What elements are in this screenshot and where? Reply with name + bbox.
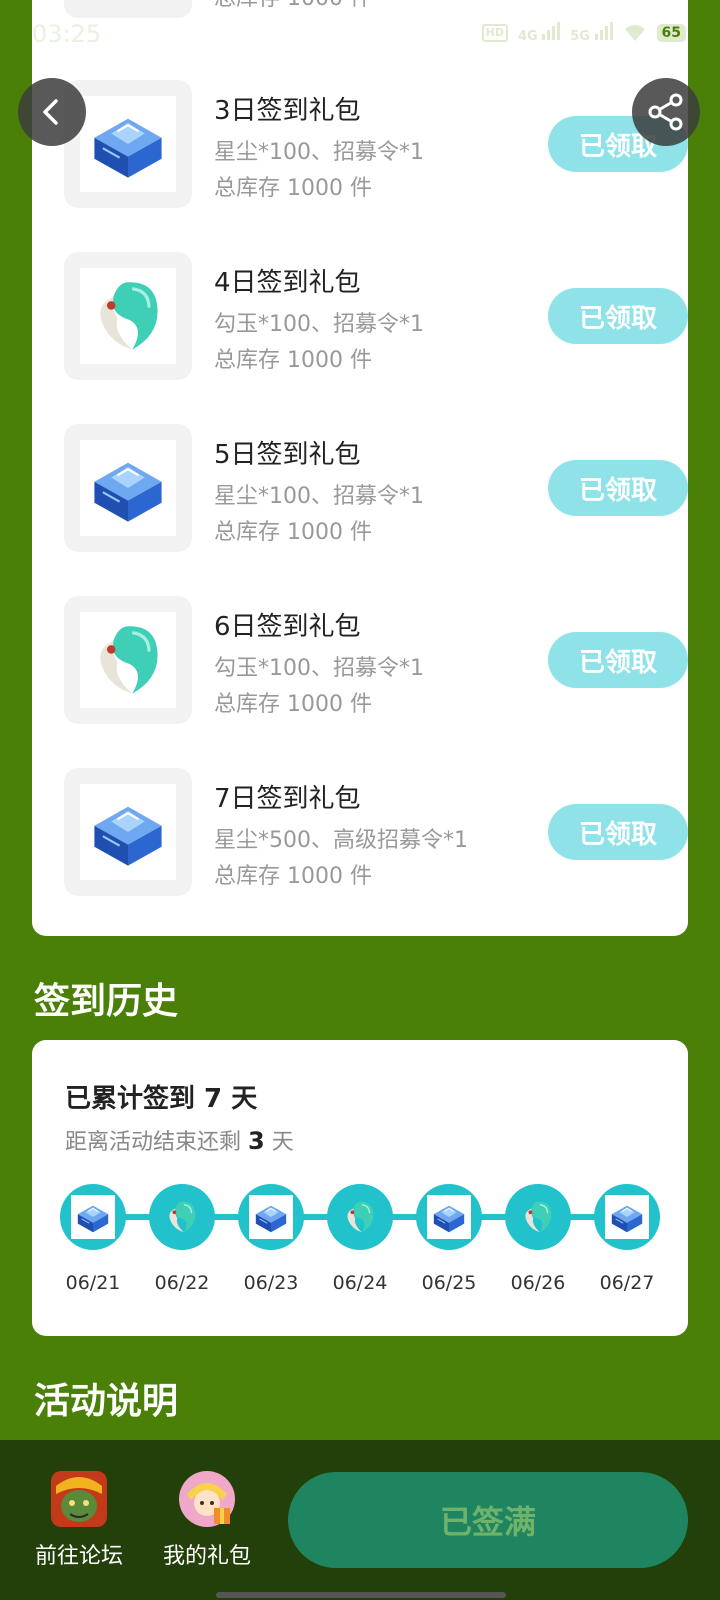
day-circle <box>238 1184 304 1250</box>
gift-desc: 勾玉*100、招募令*1 <box>214 312 424 337</box>
crystal-chest-icon <box>71 1195 115 1239</box>
gift-item-prev: 总库存 1000 件 <box>64 0 664 18</box>
my-gifts-label: 我的礼包 <box>162 1544 251 1569</box>
remaining-days: 3 <box>248 1127 265 1155</box>
history-day: 06/26 <box>505 1184 571 1294</box>
crystal-chest-icon <box>80 784 176 880</box>
claimed-button[interactable]: 已领取 <box>548 460 688 516</box>
history-day: 06/27 <box>594 1184 660 1294</box>
history-card: 已累计签到 7 天 距离活动结束还剩 3 天 06/21 06/22 06/23 <box>32 1040 688 1336</box>
gift-thumb <box>64 0 192 18</box>
crystal-chest-icon <box>80 440 176 536</box>
history-day: 06/21 <box>60 1184 126 1294</box>
history-day: 06/25 <box>416 1184 482 1294</box>
magatama-icon <box>80 612 176 708</box>
crystal-chest-icon <box>249 1195 293 1239</box>
day-circle <box>594 1184 660 1250</box>
crystal-chest-icon <box>80 96 176 192</box>
history-day: 06/24 <box>327 1184 393 1294</box>
share-icon <box>648 93 683 131</box>
activity-section-title: 活动说明 <box>34 1381 179 1422</box>
gift-stock: 总库存 1000 件 <box>214 520 372 545</box>
back-button[interactable] <box>18 78 86 146</box>
crystal-chest-icon <box>427 1195 471 1239</box>
home-indicator <box>216 1592 506 1598</box>
day-circle <box>60 1184 126 1250</box>
day-circle <box>416 1184 482 1250</box>
day-date: 06/27 <box>599 1272 655 1294</box>
bottom-bar: 前往论坛 我的礼包 已签满 <box>0 1440 720 1600</box>
claimed-button[interactable]: 已领取 <box>548 804 688 860</box>
history-day: 06/23 <box>238 1184 304 1294</box>
game-avatar-icon <box>51 1471 107 1527</box>
gift-title: 4日签到礼包 <box>214 268 361 298</box>
gift-stock: 总库存 1000 件 <box>214 348 372 373</box>
gift-title: 7日签到礼包 <box>214 784 361 814</box>
gift-desc: 勾玉*100、招募令*1 <box>214 656 424 681</box>
magatama-icon <box>80 268 176 364</box>
chevron-left-icon <box>43 99 58 125</box>
gift-desc: 星尘*100、招募令*1 <box>214 484 424 509</box>
gift-thumb <box>64 596 192 724</box>
gift-stock: 总库存 1000 件 <box>214 0 372 12</box>
gift-title: 6日签到礼包 <box>214 612 361 642</box>
gift-thumb <box>64 252 192 380</box>
gift-item: 4日签到礼包 勾玉*100、招募令*1 总库存 1000 件 已领取 <box>64 252 688 380</box>
history-total: 已累计签到 7 天 <box>65 1084 258 1114</box>
gift-item: 6日签到礼包 勾玉*100、招募令*1 总库存 1000 件 已领取 <box>64 596 688 724</box>
magatama-icon <box>338 1195 382 1239</box>
history-day: 06/22 <box>149 1184 215 1294</box>
gift-stock: 总库存 1000 件 <box>214 864 372 889</box>
gift-character-icon <box>179 1471 235 1527</box>
gift-desc: 星尘*500、高级招募令*1 <box>214 828 468 853</box>
gift-desc: 星尘*100、招募令*1 <box>214 140 424 165</box>
gift-thumb <box>64 424 192 552</box>
forum-label: 前往论坛 <box>34 1544 123 1569</box>
gift-item: 3日签到礼包 星尘*100、招募令*1 总库存 1000 件 已领取 <box>64 80 688 208</box>
magatama-icon <box>516 1195 560 1239</box>
gift-title: 3日签到礼包 <box>214 96 361 126</box>
magatama-icon <box>160 1195 204 1239</box>
gift-title: 5日签到礼包 <box>214 440 361 470</box>
gift-list-card: 总库存 1000 件 3日签到礼包 星尘*100、招募令*1 总库存 1000 … <box>32 0 688 936</box>
gift-item: 5日签到礼包 星尘*100、招募令*1 总库存 1000 件 已领取 <box>64 424 688 552</box>
crystal-chest-icon <box>605 1195 649 1239</box>
gift-stock: 总库存 1000 件 <box>214 692 372 717</box>
claimed-button[interactable]: 已领取 <box>548 632 688 688</box>
gift-stock: 总库存 1000 件 <box>214 176 372 201</box>
gift-thumb <box>64 768 192 896</box>
share-button[interactable] <box>632 78 700 146</box>
history-section-title: 签到历史 <box>34 981 179 1022</box>
claimed-button[interactable]: 已领取 <box>548 288 688 344</box>
forum-link[interactable]: 前往论坛 <box>24 1470 134 1570</box>
my-gifts-link[interactable]: 我的礼包 <box>152 1470 262 1570</box>
gift-item: 7日签到礼包 星尘*500、高级招募令*1 总库存 1000 件 已领取 <box>64 768 688 896</box>
day-circle <box>327 1184 393 1250</box>
day-circle <box>505 1184 571 1250</box>
history-remaining: 距离活动结束还剩 3 天 <box>65 1127 294 1155</box>
day-circle <box>149 1184 215 1250</box>
signed-full-button[interactable]: 已签满 <box>288 1472 688 1568</box>
